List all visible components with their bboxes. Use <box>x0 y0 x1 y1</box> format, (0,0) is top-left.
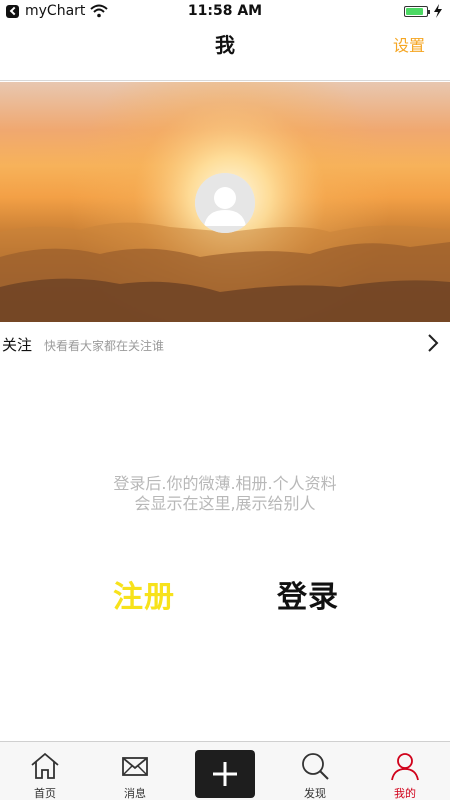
follow-title: 关注 <box>2 336 33 354</box>
tab-discover[interactable]: 发现 <box>270 742 360 801</box>
avatar[interactable] <box>195 173 255 233</box>
tab-me[interactable]: 我的 <box>360 742 450 801</box>
tab-me-label: 我的 <box>394 787 416 800</box>
charging-icon <box>434 4 442 18</box>
search-icon <box>302 753 329 780</box>
tab-discover-label: 发现 <box>304 787 326 800</box>
empty-state-message: 登录后.你的微薄.相册.个人资料 会显示在这里,展示给别人 <box>0 474 450 514</box>
page-title: 我 <box>215 33 235 57</box>
status-bar: myChart 11:58 AM <box>0 0 450 24</box>
register-button[interactable]: 注册 <box>107 572 181 616</box>
tab-bar: 首页 消息 发现 我的 <box>0 741 450 800</box>
empty-message-line1: 登录后.你的微薄.相册.个人资料 <box>113 474 337 493</box>
envelope-icon <box>122 757 148 776</box>
home-icon <box>31 752 59 779</box>
person-icon <box>391 753 419 781</box>
battery-fill <box>406 8 423 15</box>
chevron-right-icon <box>428 334 439 352</box>
login-button[interactable]: 登录 <box>271 572 345 616</box>
settings-button[interactable]: 设置 <box>393 32 425 56</box>
tab-messages-label: 消息 <box>124 787 146 800</box>
tab-home[interactable]: 首页 <box>0 742 90 801</box>
default-avatar-icon <box>195 173 255 233</box>
tab-messages[interactable]: 消息 <box>90 742 180 801</box>
profile-banner <box>0 82 450 322</box>
tab-home-label: 首页 <box>34 787 56 800</box>
plus-icon <box>213 762 237 786</box>
status-time: 11:58 AM <box>187 3 263 19</box>
compose-button[interactable] <box>195 750 255 798</box>
empty-message-line2: 会显示在这里,展示给别人 <box>134 494 316 513</box>
battery-icon <box>404 6 430 17</box>
nav-bar: 我 设置 <box>0 24 450 81</box>
follow-subtitle: 快看看大家都在关注谁 <box>44 339 165 353</box>
follow-row[interactable]: 关注 快看看大家都在关注谁 <box>0 322 450 366</box>
